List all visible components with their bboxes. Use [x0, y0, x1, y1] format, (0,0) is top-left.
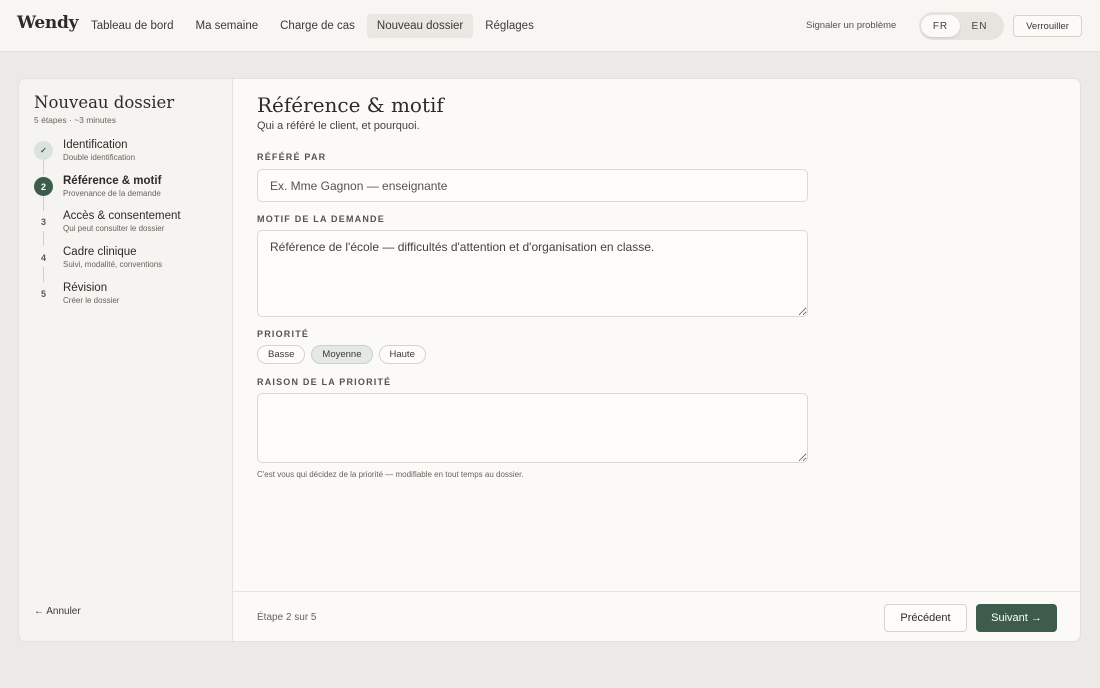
step-number: 5 — [40, 288, 46, 299]
reason-label: MOTIF DE LA DEMANDE — [257, 214, 385, 224]
cancel-link[interactable]: ← Annuler — [34, 606, 81, 617]
step-number: 4 — [40, 252, 46, 263]
wizard-card: Nouveau dossier 5 étapes · ~3 minutes ✓ … — [18, 78, 1081, 642]
priority-medium-chip[interactable]: Moyenne — [311, 345, 373, 364]
referred-by-label: RÉFÉRÉ PAR — [257, 152, 327, 162]
step-number: 3 — [40, 216, 46, 227]
nav-item-settings[interactable]: Réglages — [475, 14, 544, 38]
check-icon: ✓ — [34, 141, 53, 160]
step-connector — [43, 196, 44, 211]
lang-fr-button[interactable]: FR — [921, 15, 960, 37]
step-review[interactable]: 5 Révision Créer le dossier — [34, 282, 224, 314]
priority-options: Basse Moyenne Haute — [257, 345, 426, 364]
step-reference[interactable]: 2 Référence & motif Provenance de la dem… — [34, 175, 224, 211]
step-access[interactable]: 3 Accès & consentement Qui peut consulte… — [34, 210, 224, 246]
nav-item-my-week[interactable]: Ma semaine — [185, 14, 268, 38]
priority-label: PRIORITÉ — [257, 329, 310, 339]
step-label: Révision — [63, 282, 108, 294]
step-label: Cadre clinique — [63, 246, 137, 258]
wizard-footer: Étape 2 sur 5 Précédent Suivant → — [233, 591, 1080, 641]
page-title: Référence & motif — [257, 93, 444, 117]
step-label: Accès & consentement — [63, 210, 181, 222]
step-content: Référence & motif Qui a référé le client… — [233, 79, 1080, 641]
priority-reason-label: RAISON DE LA PRIORITÉ — [257, 377, 392, 387]
next-button[interactable]: Suivant → — [976, 604, 1057, 632]
step-desc: Provenance de la demande — [63, 189, 161, 198]
step-label: Identification — [63, 139, 128, 151]
nav-item-new-file[interactable]: Nouveau dossier — [366, 14, 474, 38]
wizard-title: Nouveau dossier — [34, 93, 175, 112]
step-clinical-frame[interactable]: 4 Cadre clinique Suivi, modalité, conven… — [34, 246, 224, 282]
app-logo[interactable]: Wendy — [17, 13, 78, 33]
step-connector — [43, 231, 44, 246]
step-number: 2 — [34, 177, 53, 196]
nav-item-caseload[interactable]: Charge de cas — [270, 14, 365, 38]
lang-en-button[interactable]: EN — [960, 15, 999, 37]
top-bar: Wendy Tableau de bord Ma semaine Charge … — [0, 0, 1100, 52]
step-connector — [43, 267, 44, 282]
referred-by-input[interactable] — [257, 169, 808, 202]
step-desc: Double identification — [63, 153, 136, 162]
step-label: Référence & motif — [63, 175, 162, 187]
main-nav: Tableau de bord Ma semaine Charge de cas… — [81, 14, 544, 38]
lock-button[interactable]: Verrouiller — [1013, 15, 1082, 37]
reason-textarea[interactable]: Référence de l'école — difficultés d'att… — [257, 230, 808, 317]
step-identification[interactable]: ✓ Identification Double identification — [34, 139, 224, 175]
step-desc: Créer le dossier — [63, 296, 120, 305]
step-desc: Qui peut consulter le dossier — [63, 224, 165, 233]
priority-hint: C'est vous qui décidez de la priorité — … — [257, 470, 524, 479]
priority-high-chip[interactable]: Haute — [378, 345, 426, 364]
step-desc: Suivi, modalité, conventions — [63, 260, 163, 269]
priority-low-chip[interactable]: Basse — [257, 345, 306, 364]
wizard-subtitle: 5 étapes · ~3 minutes — [34, 115, 116, 125]
language-toggle: FR EN — [919, 12, 1004, 40]
priority-reason-textarea[interactable] — [257, 393, 808, 463]
page-subtitle: Qui a référé le client, et pourquoi. — [257, 120, 420, 132]
previous-button[interactable]: Précédent — [884, 604, 967, 632]
wizard-sidebar: Nouveau dossier 5 étapes · ~3 minutes ✓ … — [19, 79, 233, 641]
step-counter: Étape 2 sur 5 — [257, 612, 317, 623]
nav-item-dashboard[interactable]: Tableau de bord — [81, 14, 183, 38]
step-connector — [43, 160, 44, 175]
report-problem-link[interactable]: Signaler un problème — [806, 20, 896, 31]
